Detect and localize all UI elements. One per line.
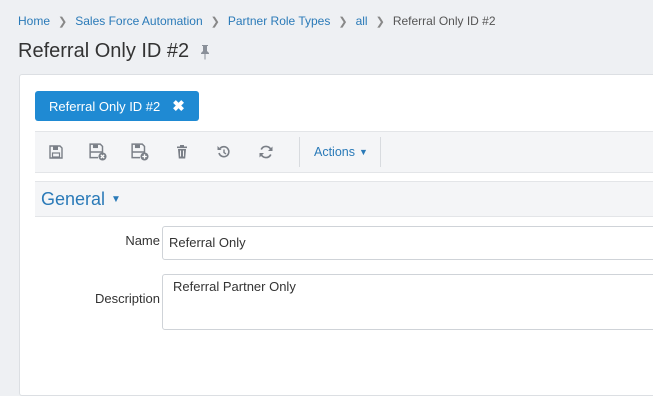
undo-icon (217, 145, 230, 158)
chevron-right-icon: ❯ (210, 15, 220, 28)
save-button[interactable] (35, 132, 77, 172)
refresh-button[interactable] (245, 132, 287, 172)
section-title-label: General (41, 188, 106, 209)
chevron-right-icon: ❯ (58, 15, 68, 28)
close-icon[interactable]: ✖ (172, 97, 185, 115)
caret-down-icon: ▼ (359, 147, 368, 157)
save-and-new-button[interactable] (119, 132, 161, 172)
toolbar-divider (379, 137, 381, 167)
save-and-close-button[interactable] (77, 132, 119, 172)
record-card: Referral Only ID #2 ✖ Actions ▼ General … (19, 74, 653, 396)
refresh-icon (259, 145, 273, 159)
breadcrumb-all[interactable]: all (356, 14, 368, 28)
save-icon (49, 145, 63, 159)
breadcrumb-sales-force-automation[interactable]: Sales Force Automation (75, 14, 202, 28)
record-tab-label: Referral Only ID #2 (49, 98, 161, 114)
chevron-right-icon: ❯ (338, 15, 348, 28)
undo-button[interactable] (203, 132, 245, 172)
breadcrumb-home[interactable]: Home (18, 14, 50, 28)
description-label: Description (94, 291, 160, 306)
name-field[interactable]: Referral Only (162, 226, 653, 260)
description-field[interactable]: Referral Partner Only (162, 274, 653, 330)
trash-icon (177, 145, 187, 159)
record-tab[interactable]: Referral Only ID #2 ✖ (35, 91, 199, 121)
caret-down-icon: ▼ (111, 193, 121, 205)
section-title: General ▼ (41, 189, 121, 210)
page-title-row: Referral Only ID #2 (18, 40, 211, 63)
actions-label: Actions (314, 145, 355, 159)
page-title: Referral Only ID #2 (18, 40, 190, 62)
pin-icon[interactable] (199, 44, 211, 60)
toolbar-divider (299, 137, 300, 167)
delete-button[interactable] (161, 132, 203, 172)
actions-dropdown[interactable]: Actions ▼ (310, 145, 372, 159)
save-new-icon (131, 143, 149, 161)
breadcrumb-current: Referral Only ID #2 (392, 14, 496, 28)
section-general-header[interactable]: General ▼ (35, 181, 653, 217)
chevron-right-icon: ❯ (375, 15, 385, 28)
breadcrumb: Home ❯ Sales Force Automation ❯ Partner … (18, 14, 496, 28)
breadcrumb-partner-role-types[interactable]: Partner Role Types (228, 14, 331, 28)
toolbar: Actions ▼ (35, 131, 653, 173)
name-label: Name (125, 233, 160, 248)
save-close-icon (89, 143, 107, 161)
